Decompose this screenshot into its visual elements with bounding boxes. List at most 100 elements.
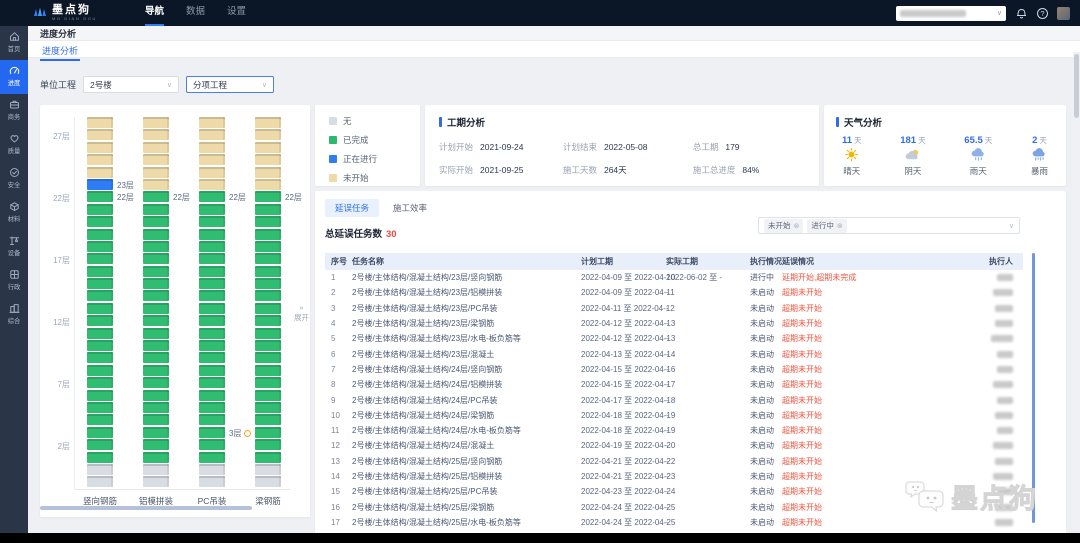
floor-block — [199, 204, 225, 215]
assignee-redacted — [997, 488, 1013, 495]
task-tab-延误任务[interactable]: 延误任务 — [325, 199, 379, 217]
table-row[interactable]: 72号楼/主体结构/混凝土结构/24层/竖向钢筋2022-04-15 至 202… — [325, 362, 1023, 377]
task-tab-施工效率[interactable]: 施工效率 — [383, 199, 437, 217]
floor-block — [143, 129, 169, 140]
admin-icon — [9, 269, 20, 280]
floor-block — [87, 315, 113, 326]
table-row[interactable]: 42号楼/主体结构/混凝土结构/23层/梁钢筋2022-04-12 至 2022… — [325, 316, 1023, 331]
chart-expand-control[interactable]: » 展开 — [294, 303, 309, 323]
delay-status: 超期未开始 — [782, 318, 915, 329]
floor-block — [143, 266, 169, 277]
floor-block — [87, 154, 113, 165]
table-row[interactable]: 162号楼/主体结构/混凝土结构/25层/梁钢筋2022-04-24 至 202… — [325, 499, 1023, 514]
task-tabs: 延误任务施工效率 — [325, 199, 1056, 217]
table-row[interactable]: 52号楼/主体结构/混凝土结构/23层/水电-板负筋等2022-04-12 至 … — [325, 331, 1023, 346]
floor-block — [255, 427, 281, 438]
y-axis-line — [74, 117, 75, 489]
sidebar-item-admin[interactable]: 行政 — [0, 264, 28, 298]
legend-item: 未开始 — [329, 172, 420, 184]
status-filter-select[interactable]: 未开始⊗进行中⊗∨ — [758, 217, 1020, 234]
table-row[interactable]: 32号楼/主体结构/混凝土结构/23层/PC吊装2022-04-11 至 202… — [325, 301, 1023, 316]
table-row[interactable]: 82号楼/主体结构/混凝土结构/24层/铝模拼装2022-04-15 至 202… — [325, 377, 1023, 392]
sidebar: 首页进度商务质量安全材料设备行政综合 — [0, 26, 28, 533]
sidebar-item-general[interactable]: 综合 — [0, 298, 28, 332]
unit-project-select[interactable]: 2号楼 ∨ — [83, 76, 179, 93]
floor-block — [199, 414, 225, 425]
sidebar-item-quality[interactable]: 质量 — [0, 128, 28, 162]
weather-days: 2天 — [1032, 135, 1047, 146]
tab-progress-analysis[interactable]: 进度分析 — [40, 41, 80, 61]
page-scrollbar-thumb[interactable] — [1074, 54, 1079, 118]
nav-item-数据[interactable]: 数据 — [186, 0, 205, 26]
row-no: 1 — [331, 273, 352, 282]
logo-text: 墨点狗 — [52, 5, 97, 16]
table-row[interactable]: 22号楼/主体结构/混凝土结构/23层/铝模拼装2022-04-09 至 202… — [325, 285, 1023, 300]
sidebar-item-safety[interactable]: 安全 — [0, 162, 28, 196]
task-name: 2号楼/主体结构/混凝土结构/23层/混凝土 — [352, 349, 581, 360]
table-vertical-scrollbar[interactable] — [1032, 253, 1035, 523]
floor-block — [199, 278, 225, 289]
storm-icon — [1031, 147, 1048, 164]
current-floor-marker-icon — [244, 430, 251, 437]
plan-dates: 2022-04-15 至 2022-04-16 — [581, 364, 666, 375]
page-scrollbar[interactable] — [1073, 52, 1080, 543]
plan-dates: 2022-04-12 至 2022-04-13 — [581, 318, 666, 329]
nav-item-设置[interactable]: 设置 — [227, 0, 246, 26]
weather-label: 阴天 — [904, 165, 921, 177]
plan-dates: 2022-04-24 至 2022-04-25 — [581, 502, 666, 513]
table-row[interactable]: 172号楼/主体结构/混凝土结构/25层/水电-板负筋等2022-04-24 至… — [325, 515, 1023, 530]
delay-status: 超期未开始 — [782, 456, 915, 467]
sidebar-item-label: 商务 — [8, 113, 21, 122]
sidebar-item-device[interactable]: 设备 — [0, 230, 28, 264]
sidebar-item-material[interactable]: 材料 — [0, 196, 28, 230]
table-row[interactable]: 112号楼/主体结构/混凝土结构/24层/水电-板负筋等2022-04-18 至… — [325, 423, 1023, 438]
floor-block — [199, 328, 225, 339]
assignee-cell — [915, 412, 1017, 419]
floor-bar-梁钢筋 — [255, 117, 281, 489]
floor-block — [87, 414, 113, 425]
floor-block — [199, 154, 225, 165]
help-icon[interactable]: ? — [1037, 8, 1048, 19]
floor-block — [87, 167, 113, 178]
filter-row: 单位工程 2号楼 ∨ 分项工程 ∨ — [40, 76, 274, 93]
floor-block — [87, 402, 113, 413]
floor-block — [255, 216, 281, 227]
nav-item-导航[interactable]: 导航 — [145, 0, 164, 26]
sidebar-item-progress[interactable]: 进度 — [0, 60, 28, 94]
remove-tag-icon[interactable]: ⊗ — [794, 222, 800, 230]
floor-block — [87, 365, 113, 376]
sidebar-item-home[interactable]: 首页 — [0, 26, 28, 60]
task-name: 2号楼/主体结构/混凝土结构/25层/铝模拼装 — [352, 471, 581, 482]
floor-block — [255, 290, 281, 301]
table-row[interactable]: 102号楼/主体结构/混凝土结构/24层/梁钢筋2022-04-18 至 202… — [325, 408, 1023, 423]
sidebar-item-business[interactable]: 商务 — [0, 94, 28, 128]
exec-status: 未启动 — [750, 502, 782, 513]
actual-dates: - — [666, 441, 750, 450]
avatar[interactable] — [1057, 7, 1070, 20]
column-header: 延误情况 — [782, 256, 915, 267]
floor-block — [199, 241, 225, 252]
sub-project-select[interactable]: 分项工程 ∨ — [186, 76, 274, 93]
table-row[interactable]: 152号楼/主体结构/混凝土结构/25层/PC吊装2022-04-23 至 20… — [325, 484, 1023, 499]
remove-tag-icon[interactable]: ⊗ — [837, 222, 843, 230]
bell-icon[interactable] — [1015, 7, 1028, 20]
floor-label: 22层 — [173, 192, 190, 203]
table-row[interactable]: 62号楼/主体结构/混凝土结构/23层/混凝土2022-04-13 至 2022… — [325, 346, 1023, 361]
schedule-item: 计划结束2022-05-08 — [563, 141, 693, 153]
row-no: 11 — [331, 426, 352, 435]
plan-dates: 2022-04-13 至 2022-04-14 — [581, 349, 666, 360]
search-input[interactable]: ∨ — [896, 6, 1006, 21]
status-filter-tag[interactable]: 进行中⊗ — [807, 219, 846, 233]
exec-status: 未启动 — [750, 456, 782, 467]
table-row[interactable]: 122号楼/主体结构/混凝土结构/24层/混凝土2022-04-19 至 202… — [325, 438, 1023, 453]
table-row[interactable]: 132号楼/主体结构/混凝土结构/25层/竖向钢筋2022-04-21 至 20… — [325, 454, 1023, 469]
chart-horizontal-scrollbar[interactable] — [40, 506, 252, 510]
floor-block — [143, 476, 169, 487]
table-row[interactable]: 12号楼/主体结构/混凝土结构/23层/竖向钢筋2022-04-09 至 202… — [325, 270, 1023, 285]
table-row[interactable]: 142号楼/主体结构/混凝土结构/25层/铝模拼装2022-04-21 至 20… — [325, 469, 1023, 484]
table-row[interactable]: 92号楼/主体结构/混凝土结构/24层/PC吊装2022-04-17 至 202… — [325, 392, 1023, 407]
floor-block — [199, 352, 225, 363]
topbar: 墨点狗 MO DIAN GOU 导航数据设置 ∨ ? — [0, 0, 1080, 26]
status-filter-tag[interactable]: 未开始⊗ — [764, 219, 803, 233]
floor-block — [255, 452, 281, 463]
